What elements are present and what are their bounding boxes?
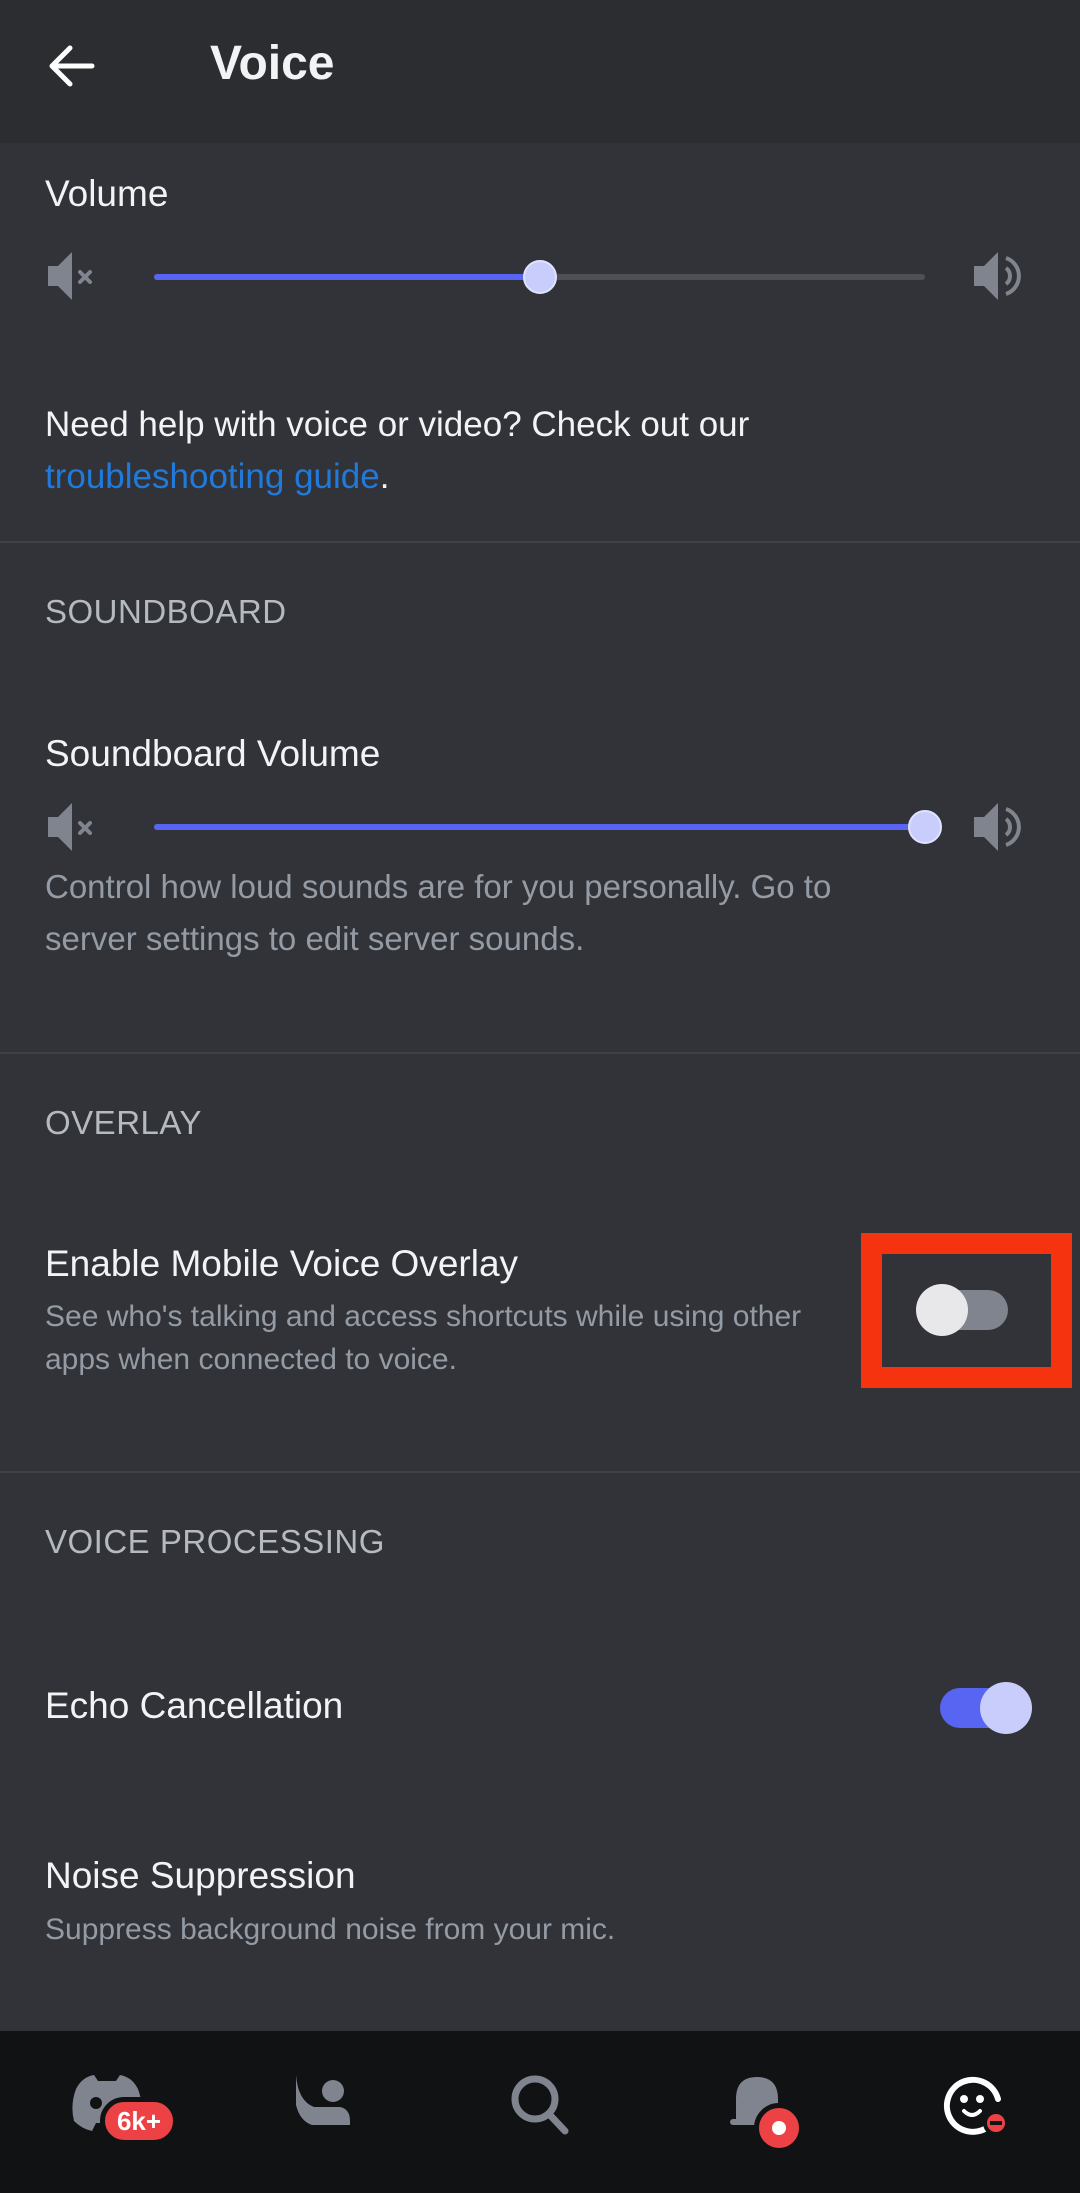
mobile-voice-overlay-toggle[interactable] xyxy=(916,1284,1008,1336)
nav-item-notifications[interactable] xyxy=(712,2061,804,2153)
soundboard-volume-label: Soundboard Volume xyxy=(45,733,381,774)
speaker-muted-icon xyxy=(48,803,92,851)
overlay-description-line1: See who's talking and access shortcuts w… xyxy=(45,1300,802,1333)
nav-item-servers[interactable]: 6k+ xyxy=(62,2061,178,2151)
volume-label: Volume xyxy=(45,173,169,214)
overlay-description-line2: apps when connected to voice. xyxy=(45,1343,457,1376)
search-icon xyxy=(511,2075,569,2135)
dot xyxy=(772,2121,786,2135)
noise-suppression-title[interactable]: Noise Suppression xyxy=(45,1855,356,1897)
soundboard-description-line1: Control how loud sounds are for you pers… xyxy=(45,868,832,905)
section-header-soundboard: SOUNDBOARD xyxy=(45,593,287,630)
toggle-knob xyxy=(980,1682,1032,1734)
nav-item-friends[interactable] xyxy=(278,2061,368,2151)
settings-content: Volume Need help with voice or video? Ch… xyxy=(0,143,1080,2031)
soundboard-volume-slider[interactable] xyxy=(154,810,942,844)
section-header-voice-processing: VOICE PROCESSING xyxy=(45,1523,385,1560)
soundboard-description-line2: server settings to edit server sounds. xyxy=(45,920,585,957)
soundboard-slider-fill xyxy=(154,824,925,830)
unread-badge: 6k+ xyxy=(100,2097,178,2145)
overlay-setting-title: Enable Mobile Voice Overlay xyxy=(45,1243,519,1284)
friends-wave-icon xyxy=(296,2075,350,2125)
nav-item-profile[interactable] xyxy=(928,2061,1018,2151)
toggle-knob xyxy=(916,1284,968,1336)
volume-slider-fill xyxy=(154,274,540,280)
overlay-setting-description: See who's talking and access shortcuts w… xyxy=(45,1295,865,1381)
divider xyxy=(0,1052,1080,1054)
speaker-loud-icon xyxy=(974,252,1021,300)
bottom-navigation: 6k+ xyxy=(0,2031,1080,2193)
speaker-loud-icon xyxy=(974,803,1021,851)
soundboard-description: Control how loud sounds are for you pers… xyxy=(45,861,1035,965)
back-button[interactable] xyxy=(44,38,100,94)
divider xyxy=(0,541,1080,543)
nav-item-search[interactable] xyxy=(495,2061,585,2151)
soundboard-slider-thumb[interactable] xyxy=(908,810,942,844)
avatar-icon xyxy=(943,2076,1009,2136)
help-text: Need help with voice or video? Check out… xyxy=(45,399,1035,503)
notification-dot-badge xyxy=(754,2103,804,2153)
help-text-suffix: . xyxy=(379,457,390,496)
echo-cancellation-title: Echo Cancellation xyxy=(45,1685,344,1726)
volume-slider[interactable] xyxy=(154,260,925,294)
troubleshooting-guide-link[interactable]: troubleshooting guide xyxy=(45,457,380,496)
echo-cancellation-toggle[interactable] xyxy=(940,1682,1032,1734)
page-title: Voice xyxy=(210,37,335,90)
arrow-left-icon xyxy=(49,45,95,87)
volume-slider-thumb[interactable] xyxy=(522,260,557,294)
app-header: Voice xyxy=(0,0,1080,143)
speaker-muted-icon xyxy=(48,252,92,300)
help-text-body: Need help with voice or video? Check out… xyxy=(45,405,750,444)
noise-suppression-description: Suppress background noise from your mic. xyxy=(45,1913,616,1946)
section-header-overlay: OVERLAY xyxy=(45,1104,202,1141)
divider xyxy=(0,1471,1080,1473)
